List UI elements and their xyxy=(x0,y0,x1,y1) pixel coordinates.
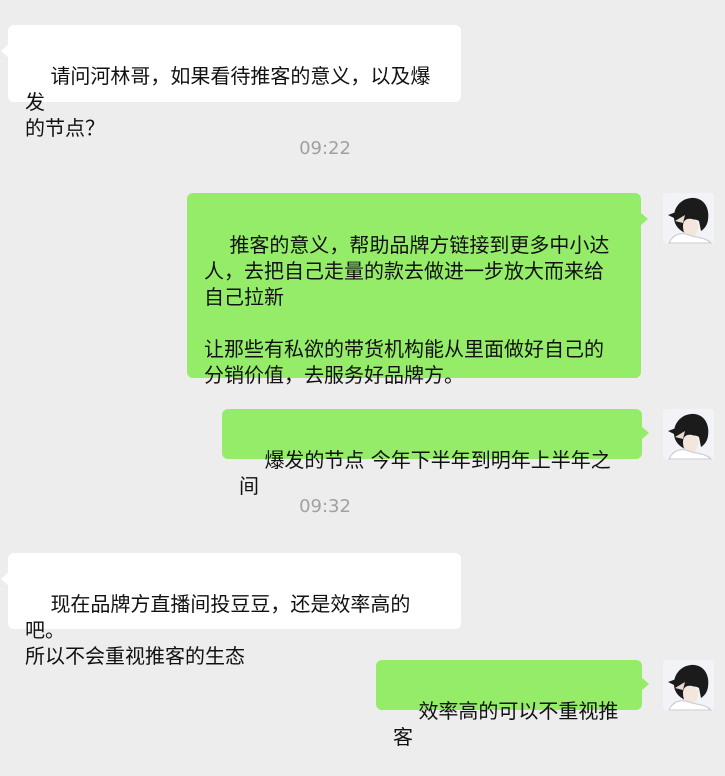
message-text: 爆发的节点 今年下半年到明年上半年之间 xyxy=(239,448,611,498)
outgoing-message-bubble[interactable]: 爆发的节点 今年下半年到明年上半年之间 xyxy=(222,409,649,498)
outgoing-message-bubble[interactable]: 推客的意义，帮助品牌方链接到更多中小达 人，去把自己走量的款去做进一步放大而来给… xyxy=(187,193,648,387)
user-avatar-icon xyxy=(663,660,714,711)
timestamp: 09:32 xyxy=(299,496,351,517)
message-text: 推客的意义，帮助品牌方链接到更多中小达 人，去把自己走量的款去做进一步放大而来给… xyxy=(204,233,610,387)
incoming-message-bubble[interactable]: 现在品牌方直播间投豆豆，还是效率高的吧。 所以不会重视推客的生态 xyxy=(1,553,461,668)
outgoing-message-bubble[interactable]: 效率高的可以不重视推客 xyxy=(376,660,649,749)
message-text: 现在品牌方直播间投豆豆，还是效率高的吧。 所以不会重视推客的生态 xyxy=(25,592,411,668)
user-avatar-icon xyxy=(663,409,714,460)
chat-history: 请问河林哥，如果看待推客的意义，以及爆发 的节点？ 09:22 推客的意义，帮助… xyxy=(0,0,725,749)
timestamp: 09:22 xyxy=(299,138,351,159)
message-text: 请问河林哥，如果看待推客的意义，以及爆发 的节点？ xyxy=(25,64,431,140)
incoming-message-bubble[interactable]: 请问河林哥，如果看待推客的意义，以及爆发 的节点？ xyxy=(1,25,461,140)
avatar[interactable] xyxy=(663,660,714,711)
user-avatar-icon xyxy=(663,193,714,244)
avatar[interactable] xyxy=(663,409,714,460)
message-text: 效率高的可以不重视推客 xyxy=(393,699,619,749)
avatar[interactable] xyxy=(663,193,714,244)
